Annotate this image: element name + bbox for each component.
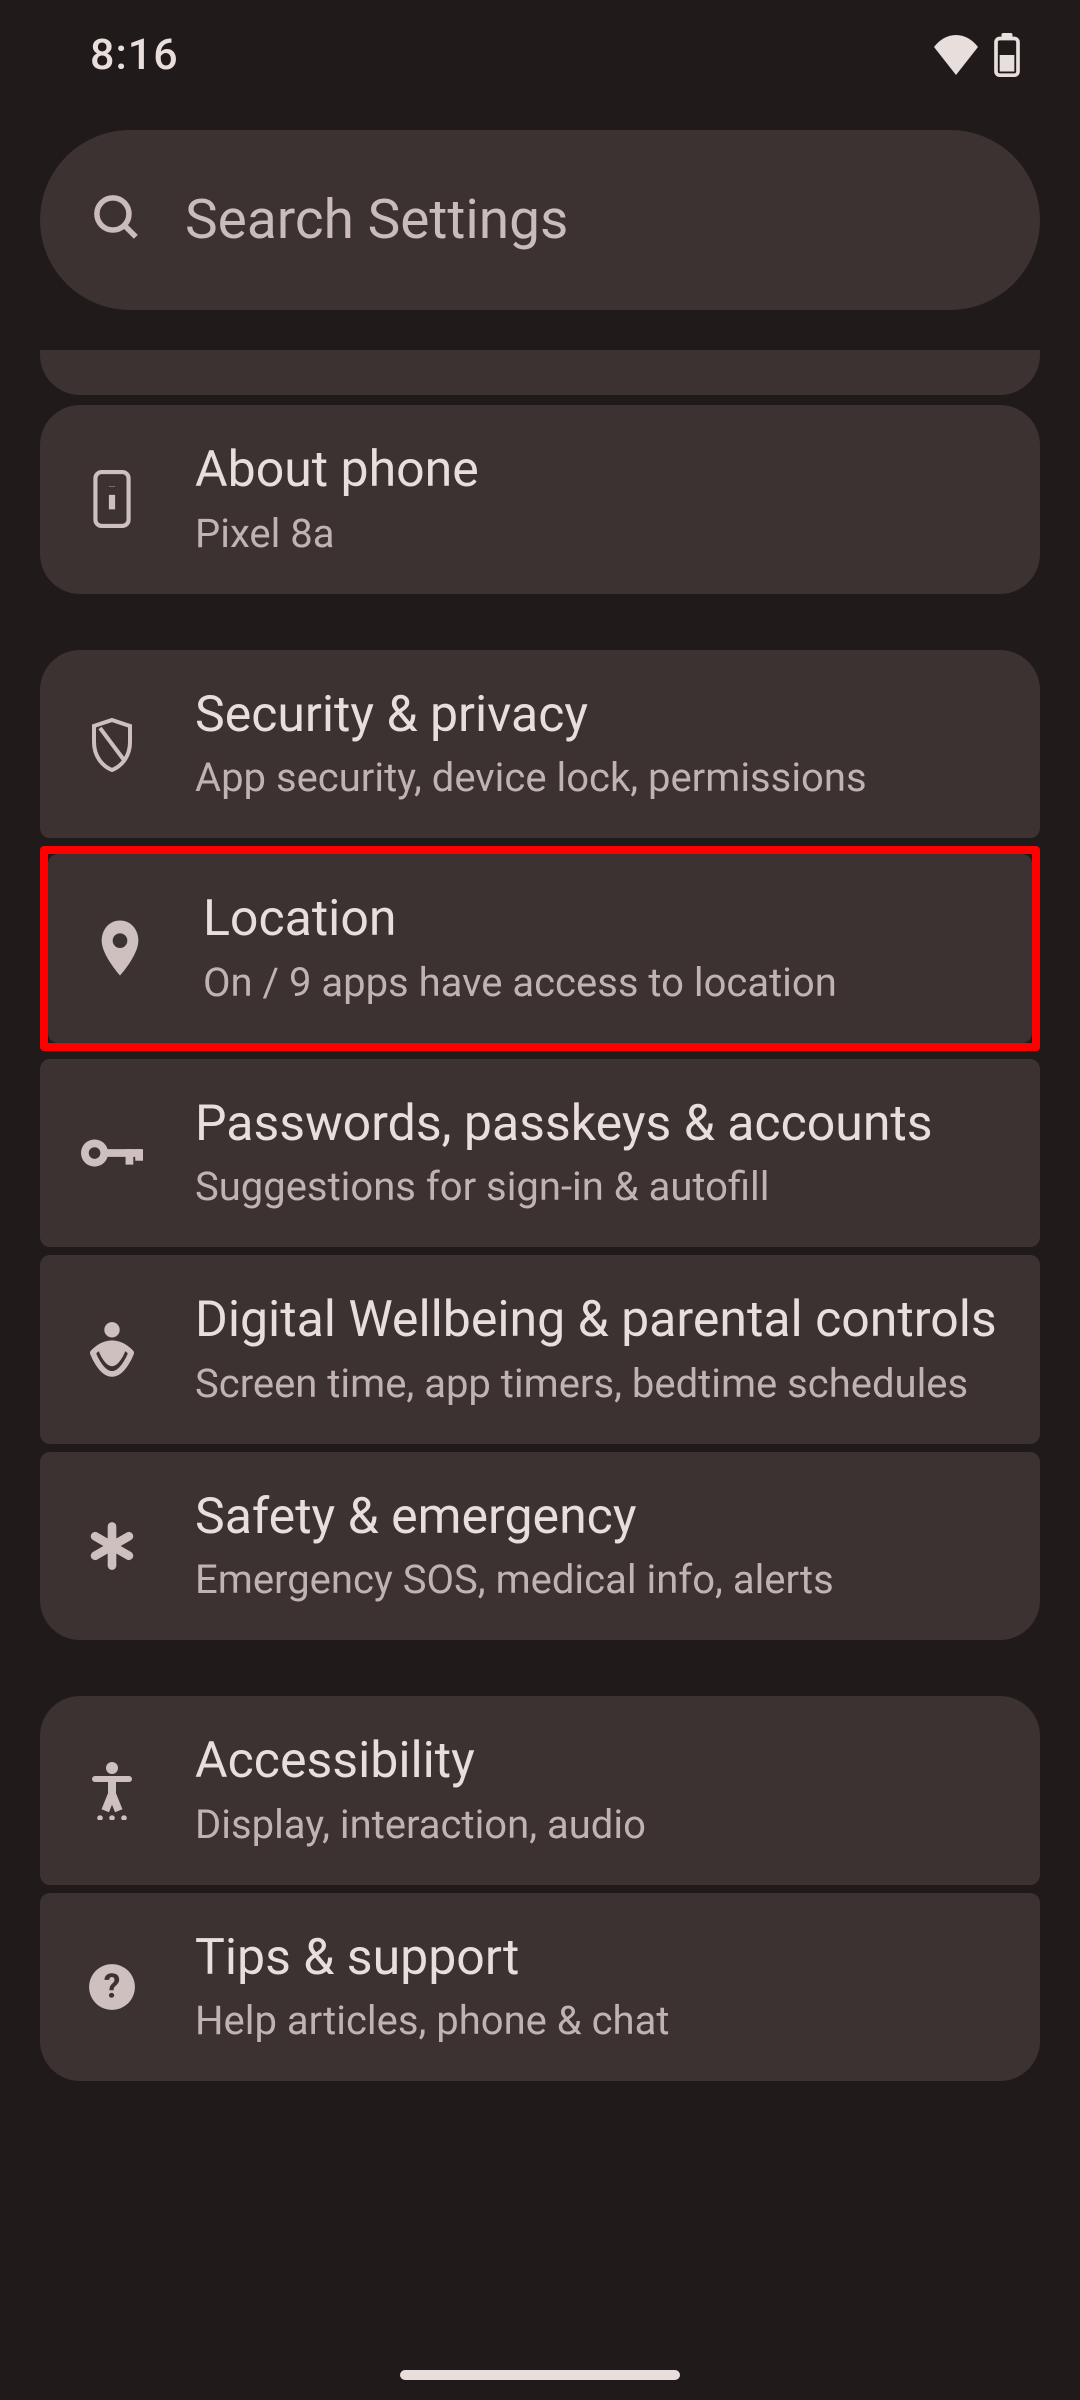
wellbeing-icon: [74, 1320, 149, 1378]
medical-asterisk-icon: [74, 1520, 149, 1572]
key-icon: [74, 1135, 149, 1171]
item-title: Security & privacy: [195, 684, 867, 747]
battery-icon: [994, 33, 1020, 77]
settings-item-passwords[interactable]: Passwords, passkeys & accounts Suggestio…: [40, 1059, 1040, 1248]
navigation-bar[interactable]: [0, 2370, 1080, 2380]
item-title: Passwords, passkeys & accounts: [195, 1093, 933, 1156]
item-title: Digital Wellbeing & parental controls: [195, 1289, 997, 1352]
settings-item-accessibility[interactable]: Accessibility Display, interaction, audi…: [40, 1696, 1040, 1885]
previous-group-tail[interactable]: [40, 350, 1040, 395]
item-subtitle: On / 9 apps have access to location: [203, 957, 837, 1009]
status-icons: [932, 33, 1020, 77]
location-pin-icon: [82, 920, 157, 976]
about-phone-icon: [74, 470, 149, 528]
settings-item-location[interactable]: Location On / 9 apps have access to loca…: [48, 854, 1032, 1043]
status-time: 8:16: [90, 30, 179, 80]
wifi-icon: [932, 35, 980, 75]
item-title: Accessibility: [195, 1730, 646, 1793]
settings-item-tips[interactable]: ? Tips & support Help articles, phone & …: [40, 1893, 1040, 2082]
item-title: About phone: [195, 439, 479, 502]
item-subtitle: Emergency SOS, medical info, alerts: [195, 1554, 834, 1606]
search-settings[interactable]: Search Settings: [40, 130, 1040, 310]
status-bar: 8:16: [0, 0, 1080, 110]
settings-item-safety[interactable]: Safety & emergency Emergency SOS, medica…: [40, 1452, 1040, 1641]
item-subtitle: Display, interaction, audio: [195, 1799, 646, 1851]
item-subtitle: Suggestions for sign-in & autofill: [195, 1161, 933, 1213]
shield-icon: [74, 716, 149, 772]
svg-text:?: ?: [103, 1967, 120, 2006]
item-subtitle: Screen time, app timers, bedtime schedul…: [195, 1358, 997, 1410]
search-placeholder: Search Settings: [185, 188, 568, 252]
item-subtitle: Help articles, phone & chat: [195, 1995, 669, 2047]
search-icon: [90, 191, 145, 250]
help-icon: ?: [74, 1962, 149, 2012]
item-title: Location: [203, 888, 837, 951]
nav-handle-icon: [400, 2370, 680, 2380]
highlight-location: Location On / 9 apps have access to loca…: [40, 846, 1040, 1051]
item-subtitle: Pixel 8a: [195, 508, 479, 560]
item-title: Tips & support: [195, 1927, 669, 1990]
accessibility-icon: [74, 1760, 149, 1820]
item-subtitle: App security, device lock, permissions: [195, 752, 867, 804]
settings-item-wellbeing[interactable]: Digital Wellbeing & parental controls Sc…: [40, 1255, 1040, 1444]
settings-item-about-phone[interactable]: About phone Pixel 8a: [40, 405, 1040, 594]
item-title: Safety & emergency: [195, 1486, 834, 1549]
settings-item-security[interactable]: Security & privacy App security, device …: [40, 650, 1040, 839]
